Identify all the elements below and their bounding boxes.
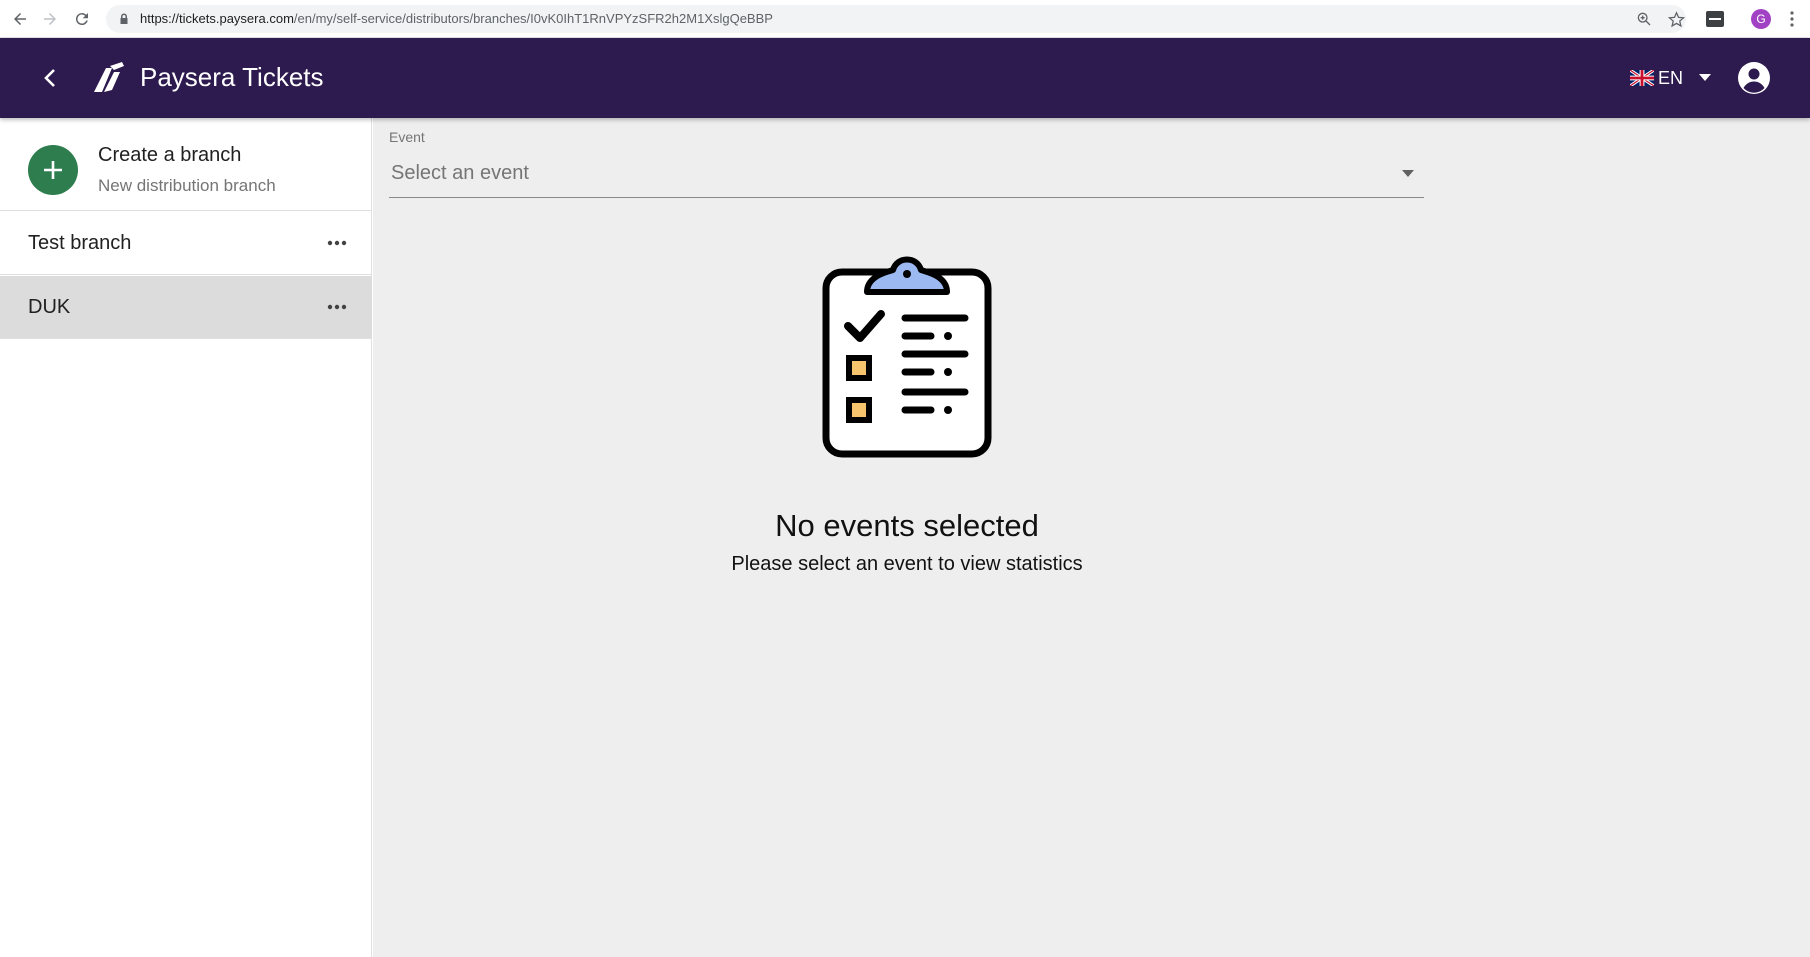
more-horizontal-icon — [327, 304, 347, 310]
app-title: Paysera Tickets — [140, 62, 324, 92]
bookmark-button[interactable] — [1664, 7, 1688, 31]
empty-state-subtitle: Please select an event to view statistic… — [731, 553, 1083, 575]
event-select[interactable]: Select an event — [389, 148, 1424, 198]
arrow-left-icon — [14, 13, 26, 25]
main-content: Event Select an event No events selected… — [373, 118, 1810, 957]
browser-toolbar: https://tickets.paysera.com/en/my/self-s… — [0, 0, 1810, 38]
extension-button[interactable] — [1703, 7, 1727, 31]
language-selector[interactable]: EN — [1630, 66, 1712, 90]
create-branch-icon-circle — [28, 145, 78, 195]
star-icon — [1667, 10, 1685, 27]
plus-icon — [44, 161, 62, 179]
uk-flag-icon — [1630, 70, 1654, 86]
zoom-button[interactable] — [1632, 7, 1656, 31]
branch-label: DUK — [28, 296, 71, 318]
create-branch-subtitle: New distribution branch — [98, 176, 276, 195]
browser-menu-button[interactable] — [1780, 7, 1804, 31]
more-horizontal-icon — [327, 240, 347, 246]
paysera-logo-icon — [94, 62, 124, 92]
dropdown-arrow-icon — [1402, 170, 1414, 177]
branch-label: Test branch — [28, 232, 132, 254]
create-branch-title: Create a branch — [98, 144, 242, 166]
lock-icon — [120, 13, 128, 24]
branch-item-test-branch[interactable]: Test branch — [0, 212, 372, 275]
branch-more-button[interactable] — [322, 294, 352, 320]
event-select-placeholder: Select an event — [391, 162, 529, 184]
kebab-menu-icon — [1790, 11, 1794, 27]
empty-state-title: No events selected — [775, 508, 1039, 543]
app-header: Paysera Tickets EN — [0, 38, 1810, 118]
profile-button[interactable]: G — [1749, 7, 1773, 31]
caret-down-icon — [1699, 74, 1712, 81]
reload-icon — [75, 13, 88, 26]
zoom-icon — [1637, 12, 1651, 26]
branches-sidebar: Create a branch New distribution branch … — [0, 118, 372, 957]
chevron-left-icon — [44, 69, 55, 87]
clipboard-checklist-icon — [822, 256, 992, 458]
address-bar[interactable]: https://tickets.paysera.com/en/my/self-s… — [106, 5, 1686, 33]
arrow-right-icon — [44, 13, 56, 25]
avatar: G — [1751, 9, 1771, 29]
browser-forward-button[interactable] — [38, 7, 62, 31]
event-field-label: Event — [389, 129, 425, 145]
account-icon[interactable] — [1737, 61, 1771, 95]
url-text: https://tickets.paysera.com/en/my/self-s… — [140, 11, 773, 26]
back-button[interactable] — [36, 64, 64, 92]
branch-item-duk[interactable]: DUK — [0, 276, 372, 339]
browser-reload-button[interactable] — [70, 7, 94, 31]
branch-more-button[interactable] — [322, 230, 352, 256]
extension-icon — [1706, 11, 1724, 27]
create-branch-button[interactable]: Create a branch New distribution branch — [0, 118, 372, 211]
browser-back-button[interactable] — [8, 7, 32, 31]
language-label: EN — [1658, 67, 1684, 88]
